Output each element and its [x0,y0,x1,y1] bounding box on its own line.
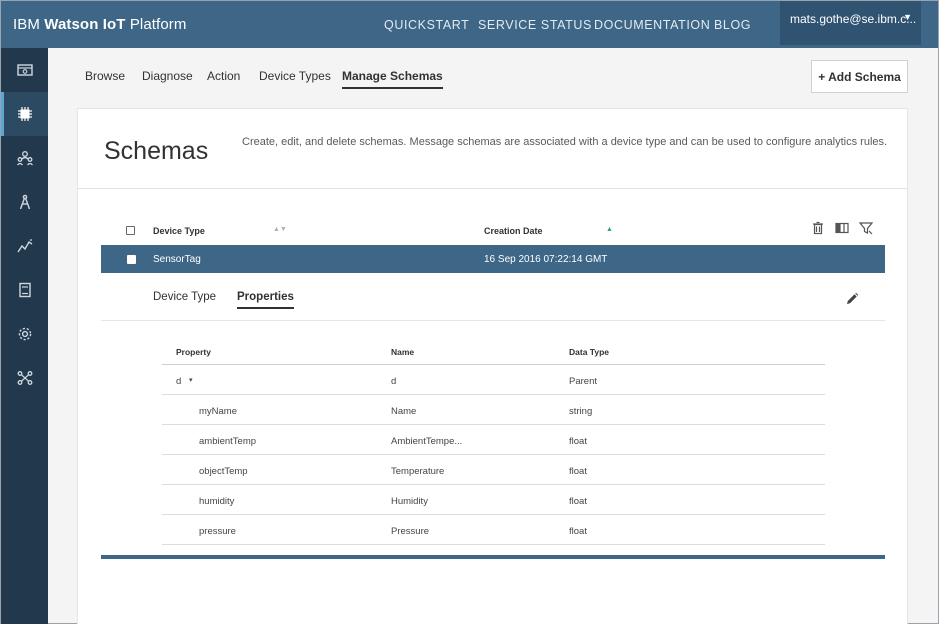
table-row[interactable]: myName Name string [162,395,825,425]
type-cell: Parent [569,376,597,387]
name-cell: Name [391,406,417,417]
analytics-icon [16,239,32,253]
page-title: Schemas [104,137,209,165]
column-header-data-type: Data Type [569,347,609,357]
column-header-device-type[interactable]: Device Type [153,226,205,236]
columns-icon[interactable] [835,221,849,235]
members-icon [16,151,33,166]
brand-watson: Watson IoT [44,16,126,33]
sidebar-item-rules[interactable] [1,180,48,224]
property-cell: humidity [199,496,235,507]
properties-header-row: Property Name Data Type [162,340,825,365]
select-all-checkbox[interactable] [126,226,135,235]
tab-properties[interactable]: Properties [237,291,294,309]
name-cell: Humidity [391,496,428,507]
rules-icon [19,194,30,210]
sidebar-item-settings[interactable] [1,312,48,356]
expanded-row-bottom-border [101,555,885,559]
sort-ascending-icon[interactable]: ▲ [606,226,613,233]
apps-icon [18,282,31,298]
top-bar: IBM Watson IoT Platform QUICKSTART SERVI… [1,1,938,48]
name-cell: Pressure [391,526,430,537]
tab-diagnose[interactable]: Diagnose [142,69,193,83]
name-cell: Temperature [391,466,445,477]
user-email: mats.gothe@se.ibm.c... [790,12,917,26]
type-cell: float [569,466,587,477]
row-checkbox[interactable] [127,255,136,264]
property-cell: d [176,376,182,387]
chevron-down-icon: ▼ [903,12,912,22]
sidebar-item-apps[interactable] [1,268,48,312]
brand-logo[interactable]: IBM Watson IoT Platform [13,16,186,33]
column-header-name: Name [391,347,415,357]
sidebar-item-devices[interactable] [1,92,48,136]
table-row[interactable]: pressure Pressure float [162,515,825,545]
sidebar-item-analytics[interactable] [1,224,48,268]
user-menu[interactable]: mats.gothe@se.ibm.c... ▼ [780,1,921,45]
settings-icon [18,327,31,341]
sort-icon[interactable]: ▲▼ [273,226,287,233]
name-cell: d [391,376,397,387]
brand-platform: Platform [129,16,187,33]
nav-blog[interactable]: BLOG [714,18,751,32]
tab-device-types[interactable]: Device Types [259,69,331,83]
add-schema-button[interactable]: + Add Schema [811,60,908,93]
property-cell: pressure [199,526,236,537]
sidebar-item-boards[interactable] [1,48,48,92]
sidebar-item-extensions[interactable] [1,356,48,400]
row-creation-date: 16 Sep 2016 07:22:14 GMT [484,254,608,265]
table-row[interactable]: objectTemp Temperature float [162,455,825,485]
type-cell: float [569,436,587,447]
table-row[interactable]: humidity Humidity float [162,485,825,515]
tab-manage-schemas[interactable]: Manage Schemas [342,69,443,89]
filter-icon[interactable] [859,221,873,235]
extensions-icon [17,371,32,385]
table-row[interactable]: ambientTemp AmbientTempe... float [162,425,825,455]
caret-down-icon[interactable]: ▾ [189,376,193,384]
brand-ibm: IBM [13,16,40,33]
table-row-selected[interactable]: SensorTag 16 Sep 2016 07:22:14 GMT [101,245,885,273]
property-cell: objectTemp [199,466,248,477]
column-header-creation-date[interactable]: Creation Date [484,226,543,236]
edit-icon[interactable] [845,292,859,306]
devices-icon [17,107,32,121]
sidebar-item-members[interactable] [1,136,48,180]
type-cell: string [569,406,593,417]
boards-icon [16,64,33,76]
tab-device-type-detail[interactable]: Device Type [153,291,216,303]
type-cell: float [569,496,587,507]
page-description: Create, edit, and delete schemas. Messag… [242,136,888,148]
property-cell: ambientTemp [199,436,257,447]
row-device-type: SensorTag [153,254,201,265]
nav-service-status[interactable]: SERVICE STATUS [478,18,592,32]
schemas-card: Schemas Create, edit, and delete schemas… [77,108,908,624]
divider [78,188,907,189]
column-header-property: Property [176,347,211,357]
nav-documentation[interactable]: DOCUMENTATION [594,18,710,32]
tab-browse[interactable]: Browse [85,69,125,83]
divider [101,320,885,321]
property-cell: myName [199,406,238,417]
table-row[interactable]: d ▾ d Parent [162,365,825,395]
name-cell: AmbientTempe... [391,436,463,447]
sidebar [1,48,48,624]
properties-table: Property Name Data Type d ▾ d Parent myN… [162,340,825,545]
nav-quickstart[interactable]: QUICKSTART [384,18,469,32]
type-cell: float [569,526,587,537]
tab-action[interactable]: Action [207,69,240,83]
trash-icon[interactable] [811,221,825,235]
